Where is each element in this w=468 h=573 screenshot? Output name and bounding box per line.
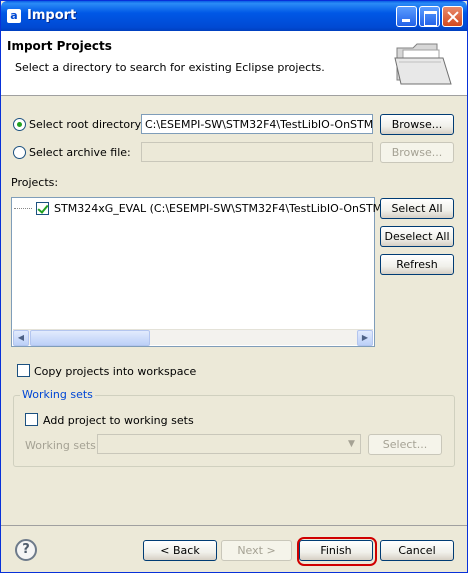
app-icon: a bbox=[7, 9, 21, 23]
root-directory-input[interactable]: C:\ESEMPI-SW\STM32F4\TestLibIO-OnSTM32F bbox=[141, 114, 373, 134]
minimize-button[interactable] bbox=[396, 6, 417, 27]
project-checkbox[interactable] bbox=[36, 202, 49, 215]
title-bar[interactable]: a Import bbox=[1, 1, 467, 31]
footer-divider bbox=[1, 525, 467, 526]
deselect-all-button[interactable]: Deselect All bbox=[380, 226, 454, 247]
help-icon[interactable]: ? bbox=[15, 539, 37, 561]
projects-list[interactable]: STM324xG_EVAL (C:\ESEMPI-SW\STM32F4\Test… bbox=[11, 197, 410, 347]
working-sets-label: Working sets: bbox=[25, 439, 100, 452]
cancel-button[interactable]: Cancel bbox=[380, 540, 454, 561]
window-title: Import bbox=[27, 8, 77, 23]
scroll-thumb[interactable] bbox=[30, 330, 150, 346]
close-button[interactable] bbox=[442, 6, 463, 27]
import-dialog: a Import Import Projects Select a direct… bbox=[0, 0, 468, 573]
browse-root-button[interactable]: Browse... bbox=[380, 114, 454, 135]
open-folder-icon bbox=[394, 43, 452, 85]
copy-projects-label: Copy projects into workspace bbox=[34, 365, 197, 378]
select-all-button[interactable]: Select All bbox=[380, 198, 454, 219]
page-title: Import Projects bbox=[7, 39, 112, 53]
maximize-button[interactable] bbox=[419, 6, 440, 27]
root-directory-radio[interactable] bbox=[13, 118, 26, 131]
projects-label: Projects: bbox=[11, 176, 59, 189]
browse-archive-button[interactable]: Browse... bbox=[380, 142, 454, 163]
next-button[interactable]: Next > bbox=[221, 540, 292, 561]
archive-file-input[interactable] bbox=[141, 142, 373, 162]
copy-projects-checkbox[interactable] bbox=[17, 364, 30, 377]
horizontal-scrollbar[interactable]: ◀ ▶ bbox=[13, 329, 373, 346]
back-button[interactable]: < Back bbox=[143, 540, 217, 561]
page-description: Select a directory to search for existin… bbox=[15, 61, 325, 74]
scroll-left-icon[interactable]: ◀ bbox=[13, 330, 29, 346]
add-to-working-sets-checkbox[interactable] bbox=[25, 413, 38, 426]
scroll-right-icon[interactable]: ▶ bbox=[357, 330, 373, 346]
working-sets-combo[interactable] bbox=[97, 434, 361, 454]
project-label: STM324xG_EVAL (C:\ESEMPI-SW\STM32F4\Test… bbox=[54, 202, 410, 215]
refresh-button[interactable]: Refresh bbox=[380, 254, 454, 275]
select-working-sets-button[interactable]: Select... bbox=[368, 434, 442, 455]
chevron-down-icon[interactable]: ▼ bbox=[344, 436, 359, 452]
root-directory-label: Select root directory: bbox=[29, 118, 145, 131]
add-to-working-sets-label: Add project to working sets bbox=[43, 414, 194, 427]
working-sets-group: Working sets Add project to working sets… bbox=[13, 388, 455, 467]
working-sets-title: Working sets bbox=[20, 388, 95, 401]
archive-file-radio[interactable] bbox=[13, 146, 26, 159]
archive-file-label: Select archive file: bbox=[29, 146, 131, 159]
finish-highlight bbox=[297, 537, 377, 566]
header-panel: Import Projects Select a directory to se… bbox=[1, 31, 467, 96]
